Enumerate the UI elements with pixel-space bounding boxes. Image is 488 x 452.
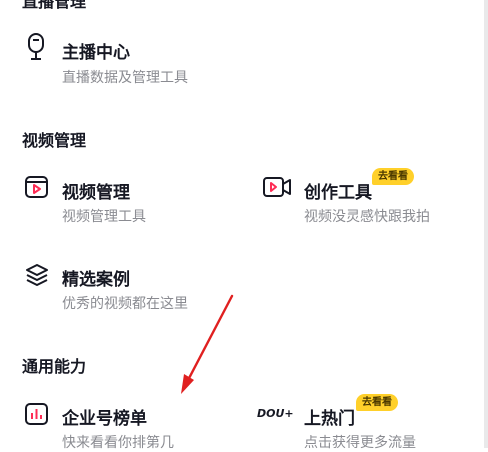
menu-item-subtitle: 直播数据及管理工具 xyxy=(62,70,188,86)
section-title-live: 直播管理 xyxy=(22,0,87,11)
menu-item-subtitle: 视频管理工具 xyxy=(62,209,146,225)
menu-item-subtitle: 快来看看你排第几 xyxy=(62,435,174,451)
annotation-arrow xyxy=(181,294,234,394)
menu-item-trending[interactable]: DOU+ 上热门 去看看 点击获得更多流量 xyxy=(250,394,484,451)
menu-item-subtitle: 点击获得更多流量 xyxy=(304,435,416,451)
section-title-video: 视频管理 xyxy=(22,131,87,150)
menu-item-title: 精选案例 xyxy=(62,270,130,290)
menu-item-title: 企业号榜单 xyxy=(62,409,147,429)
menu-item-title: 主播中心 xyxy=(62,43,130,63)
menu-item-title: 视频管理 xyxy=(62,183,130,203)
layers-icon xyxy=(24,262,50,288)
menu-item-streamer-center[interactable]: 主播中心 直播数据及管理工具 xyxy=(0,28,240,88)
dou-plus-icon: DOU+ xyxy=(257,407,294,420)
menu-item-subtitle: 视频没灵感快跟我拍 xyxy=(304,209,430,225)
microphone-icon xyxy=(24,32,48,62)
menu-item-enterprise-ranking[interactable]: 企业号榜单 快来看看你排第几 xyxy=(0,394,240,451)
right-edge-shadow xyxy=(484,0,488,448)
menu-item-creation-tools[interactable]: 创作工具 去看看 视频没灵感快跟我拍 xyxy=(250,168,484,228)
video-camera-icon xyxy=(262,176,292,198)
bar-chart-icon xyxy=(24,402,50,426)
menu-item-title: 创作工具 xyxy=(304,183,372,203)
play-square-icon xyxy=(24,174,50,200)
see-more-badge[interactable]: 去看看 xyxy=(356,394,398,411)
dou-plus-logo-text: DOU+ xyxy=(257,407,294,420)
menu-item-video-manage[interactable]: 视频管理 视频管理工具 xyxy=(0,168,240,228)
see-more-badge[interactable]: 去看看 xyxy=(372,168,414,185)
section-title-general: 通用能力 xyxy=(22,357,87,376)
menu-item-title: 上热门 xyxy=(304,409,355,429)
